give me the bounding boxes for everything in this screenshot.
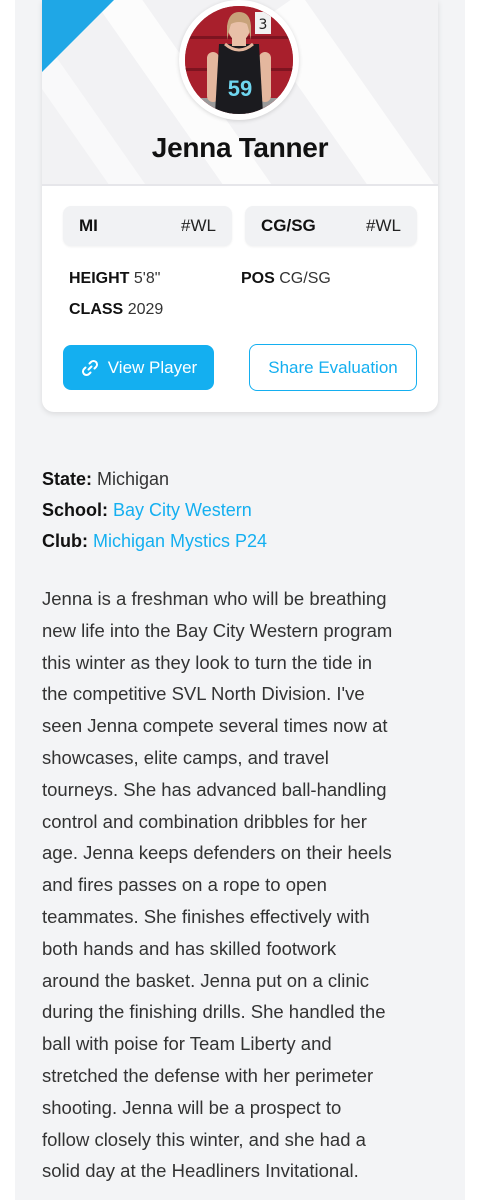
club-line: Club: Michigan Mystics P24	[42, 531, 267, 552]
player-card: 3 59 Jenna Tanner MI #WL CG/SG #WL HEIGH…	[42, 0, 438, 412]
club-link[interactable]: Michigan Mystics P24	[93, 531, 267, 551]
evaluation-line: solid day at the Headliners Invitational…	[42, 1160, 359, 1182]
view-player-button[interactable]: View Player	[63, 345, 214, 390]
evaluation-line: Jenna is a freshman who will be breathin…	[42, 588, 387, 609]
evaluation-line: follow closely this winter, and she had …	[42, 1128, 366, 1150]
evaluation-line: control and combination dribbles for her	[42, 810, 367, 832]
evaluation-line: around the basket. Jenna put on a clinic	[42, 969, 370, 991]
state-line: State: Michigan	[42, 469, 169, 490]
school-link[interactable]: Bay City Western	[113, 500, 252, 520]
jersey-number: 59	[228, 76, 252, 101]
position-label: POS	[241, 270, 275, 287]
ranking-state-label: MI	[79, 216, 98, 235]
position-value: CG/SG	[279, 270, 331, 287]
evaluation-line: both hands and has skilled footwork	[42, 937, 337, 959]
ranking-position-pill: CG/SG #WL	[245, 206, 417, 246]
evaluation-line: teammates. She finishes effectively with	[42, 905, 370, 927]
page: 3 59 Jenna Tanner MI #WL CG/SG #WL HEIGH…	[0, 0, 487, 1200]
position-stat: POS CG/SG	[241, 270, 331, 288]
ranking-state-pill: MI #WL	[63, 206, 232, 246]
evaluation-line: during the finishing drills. She handled…	[42, 1001, 386, 1023]
evaluation-line: stretched the defense with her perimeter	[42, 1064, 374, 1086]
svg-text:3: 3	[259, 17, 268, 33]
height-value: 5'8"	[133, 270, 161, 287]
link-icon	[81, 359, 98, 376]
evaluation-line: and fires passes on a rope to open	[42, 874, 327, 896]
player-avatar: 3 59	[179, 0, 299, 120]
school-line: School: Bay City Western	[42, 500, 252, 521]
school-label: School:	[42, 500, 108, 520]
evaluation-line: ball with poise for Team Liberty and	[42, 1033, 332, 1055]
evaluation-line: this winter as they look to turn the tid…	[42, 651, 373, 673]
ranking-state-value: #WL	[181, 216, 216, 235]
class-value: 2029	[127, 301, 164, 318]
share-evaluation-label: Share Evaluation	[268, 357, 398, 377]
height-stat: HEIGHT 5'8"	[69, 270, 160, 288]
evaluation-line: seen Jenna compete several times now at	[42, 715, 388, 737]
evaluation-line: the competitive SVL North Division. I've	[42, 683, 365, 705]
ranking-position-value: #WL	[366, 216, 401, 235]
player-name: Jenna Tanner	[151, 132, 329, 163]
state-value: Michigan	[97, 469, 170, 489]
corner-accent	[42, 0, 114, 72]
evaluation-line: age. Jenna keeps defenders on their heel…	[42, 842, 392, 864]
class-label: CLASS	[69, 301, 124, 318]
player-photo: 3 59	[185, 6, 293, 114]
evaluation-line: new life into the Bay City Western progr…	[42, 619, 393, 641]
evaluation-text: Jenna is a freshman who will be breathin…	[42, 583, 442, 1187]
class-stat: CLASS 2029	[69, 301, 163, 319]
evaluation-line: shooting. Jenna will be a prospect to	[42, 1096, 342, 1118]
evaluation-line: showcases, elite camps, and travel	[42, 746, 329, 768]
height-label: HEIGHT	[69, 270, 130, 287]
ranking-position-label: CG/SG	[261, 216, 316, 235]
card-header: 3 59 Jenna Tanner	[42, 0, 438, 186]
share-evaluation-button[interactable]: Share Evaluation	[249, 344, 417, 391]
club-label: Club:	[42, 531, 88, 551]
evaluation-line: tourneys. She has advanced ball-handling	[42, 778, 387, 800]
player-photo-image: 3 59	[185, 6, 293, 114]
state-label: State:	[42, 469, 93, 489]
view-player-label: View Player	[107, 357, 198, 377]
